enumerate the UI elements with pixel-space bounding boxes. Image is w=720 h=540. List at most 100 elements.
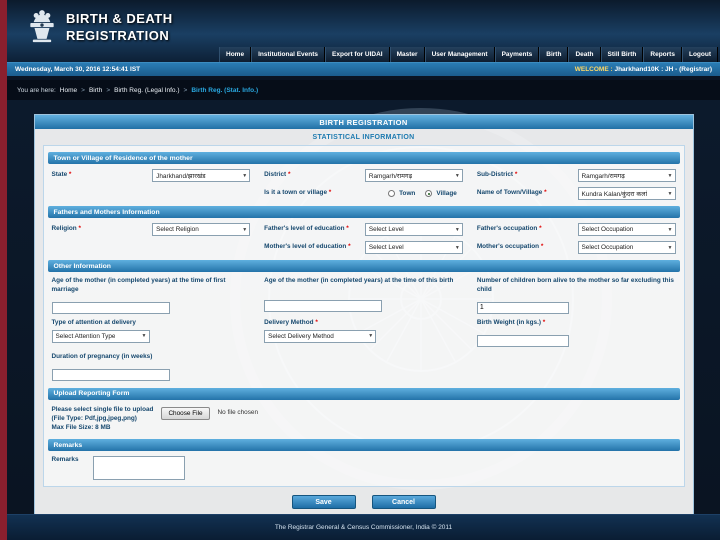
age-first-marriage-input[interactable] — [51, 301, 170, 314]
town-village-radio-group: Town Village — [388, 190, 463, 197]
app-footer: The Registrar General & Census Commissio… — [7, 514, 720, 540]
welcome-label: WELCOME : — [574, 66, 613, 73]
delivery-method-select[interactable]: Select Delivery Method ▼ — [264, 329, 377, 343]
welcome-user: Jharkhand10K : JH - (Registrar) — [614, 66, 712, 73]
main-nav: Home Institutional Events Export for UID… — [219, 47, 718, 62]
nav-item-export-uidai[interactable]: Export for UIDAI — [325, 47, 390, 62]
district-label: District * — [264, 171, 291, 179]
attention-type-select[interactable]: Select Attention Type ▼ — [51, 329, 150, 343]
subdistrict-select[interactable]: Ramgarh/रामगढ़ ▼ — [577, 169, 676, 182]
save-button[interactable]: Save — [291, 495, 356, 510]
chevron-down-icon: ▼ — [454, 244, 460, 251]
age-this-birth-label: Age of the mother (in completed years) a… — [264, 277, 454, 284]
no-file-chosen-text: No file chosen — [217, 408, 259, 416]
father-education-select[interactable]: Select Level ▼ — [364, 223, 463, 236]
breadcrumb-legal-info[interactable]: Birth Reg. (Legal Info.) — [114, 87, 179, 94]
brand: BIRTH & DEATH REGISTRATION — [7, 0, 720, 49]
chevron-down-icon: ▼ — [242, 172, 248, 179]
form-box: Town or Village of Residence of the moth… — [42, 145, 685, 488]
app-title-line1: BIRTH & DEATH — [66, 11, 173, 27]
app-title: BIRTH & DEATH REGISTRATION — [66, 11, 173, 45]
attention-type-label: Type of attention at delivery — [51, 319, 136, 327]
subdistrict-label: Sub-District * — [476, 171, 518, 179]
form-actions: Save Cancel — [35, 495, 693, 510]
app-window: BIRTH & DEATH REGISTRATION Home Institut… — [7, 0, 720, 540]
mother-occupation-label: Mother's occupation * — [476, 243, 544, 251]
district-select[interactable]: Ramgarh/रामगढ़ ▼ — [364, 169, 463, 182]
datetime-text: Wednesday, March 30, 2016 12:54:41 IST — [15, 66, 141, 73]
village-radio[interactable] — [425, 190, 433, 197]
father-education-label: Father's level of education * — [264, 225, 349, 233]
nav-item-master[interactable]: Master — [389, 47, 425, 62]
mother-education-label: Mother's level of education * — [264, 243, 351, 251]
nav-item-institutional-events[interactable]: Institutional Events — [251, 47, 326, 62]
nav-item-still-birth[interactable]: Still Birth — [600, 47, 644, 62]
children-count-label: Number of children born alive to the mot… — [476, 277, 674, 293]
delivery-method-label: Delivery Method * — [264, 319, 318, 327]
age-first-marriage-label: Age of the mother (in completed years) a… — [51, 277, 226, 293]
birth-weight-label: Birth Weight (in kgs.) * — [476, 319, 546, 327]
choose-file-button[interactable]: Choose File — [161, 406, 210, 420]
nav-item-reports[interactable]: Reports — [643, 47, 682, 62]
upload-instructions: Please select single file to upload (Fil… — [51, 405, 154, 432]
town-name-select[interactable]: Kundra Kalan/कुंदरा कलां ▼ — [577, 187, 676, 200]
chevron-down-icon: ▼ — [667, 190, 673, 197]
state-select[interactable]: Jharkhand/झारखंड ▼ — [152, 169, 251, 182]
chevron-down-icon: ▼ — [667, 226, 673, 233]
footer-text: The Registrar General & Census Commissio… — [274, 524, 453, 531]
state-label: State * — [51, 171, 72, 179]
town-village-label: Is it a town or village * — [264, 189, 332, 197]
chevron-down-icon: ▼ — [242, 226, 248, 233]
cancel-button[interactable]: Cancel — [371, 495, 436, 510]
nav-item-logout[interactable]: Logout — [681, 47, 718, 62]
section-header-parents: Fathers and Mothers Information — [47, 206, 680, 218]
nav-item-home[interactable]: Home — [219, 47, 252, 62]
remarks-label: Remarks — [51, 456, 79, 464]
nav-item-payments[interactable]: Payments — [494, 47, 540, 62]
pregnancy-duration-label: Duration of pregnancy (in weeks) — [51, 352, 153, 360]
form-title: BIRTH REGISTRATION — [34, 115, 693, 129]
father-occupation-select[interactable]: Select Occupation ▼ — [577, 223, 676, 236]
chevron-down-icon: ▼ — [667, 172, 673, 179]
form-panel: BIRTH REGISTRATION STATISTICAL INFORMATI… — [33, 114, 694, 514]
breadcrumb-prefix: You are here: — [17, 86, 56, 94]
section-header-residence: Town or Village of Residence of the moth… — [47, 152, 680, 164]
breadcrumb-separator: > — [183, 86, 188, 94]
religion-label: Religion * — [51, 225, 82, 233]
breadcrumb-birth[interactable]: Birth — [89, 87, 102, 94]
chevron-down-icon: ▼ — [141, 333, 147, 340]
section-header-other: Other Information — [47, 260, 680, 272]
section-header-upload: Upload Reporting Form — [47, 387, 680, 400]
status-bar: Wednesday, March 30, 2016 12:54:41 IST W… — [7, 62, 720, 76]
nav-item-user-management[interactable]: User Management — [424, 47, 495, 62]
town-radio[interactable] — [388, 190, 396, 197]
left-accent-strip — [0, 0, 7, 540]
pregnancy-duration-input[interactable] — [51, 369, 170, 382]
ashoka-emblem-icon — [27, 7, 57, 49]
app-title-line2: REGISTRATION — [66, 28, 170, 43]
breadcrumb-separator: > — [81, 86, 85, 94]
nav-item-birth[interactable]: Birth — [539, 47, 569, 62]
age-this-birth-input[interactable] — [264, 299, 383, 312]
mother-occupation-select[interactable]: Select Occupation ▼ — [577, 241, 676, 254]
chevron-down-icon: ▼ — [454, 172, 460, 179]
nav-item-death[interactable]: Death — [568, 47, 601, 62]
children-count-input[interactable] — [476, 301, 569, 314]
breadcrumb-separator: > — [106, 86, 111, 94]
breadcrumb-home[interactable]: Home — [60, 87, 77, 94]
page-content: BIRTH REGISTRATION STATISTICAL INFORMATI… — [7, 100, 720, 514]
birth-weight-input[interactable] — [476, 335, 569, 348]
mother-education-select[interactable]: Select Level ▼ — [364, 241, 463, 254]
chevron-down-icon: ▼ — [368, 333, 374, 340]
father-occupation-label: Father's occupation * — [476, 225, 542, 233]
app-header: BIRTH & DEATH REGISTRATION Home Institut… — [7, 0, 720, 62]
town-name-label: Name of Town/Village * — [476, 189, 547, 197]
remarks-textarea[interactable] — [92, 456, 185, 481]
breadcrumb: You are here: Home > Birth > Birth Reg. … — [7, 76, 720, 100]
chevron-down-icon: ▼ — [454, 226, 460, 233]
chevron-down-icon: ▼ — [667, 244, 673, 251]
town-radio-label: Town — [399, 190, 416, 197]
religion-select[interactable]: Select Religion ▼ — [152, 223, 251, 236]
welcome-text: WELCOME : Jharkhand10K : JH - (Registrar… — [575, 66, 712, 73]
breadcrumb-stat-info: Birth Reg. (Stat. Info.) — [191, 86, 259, 94]
